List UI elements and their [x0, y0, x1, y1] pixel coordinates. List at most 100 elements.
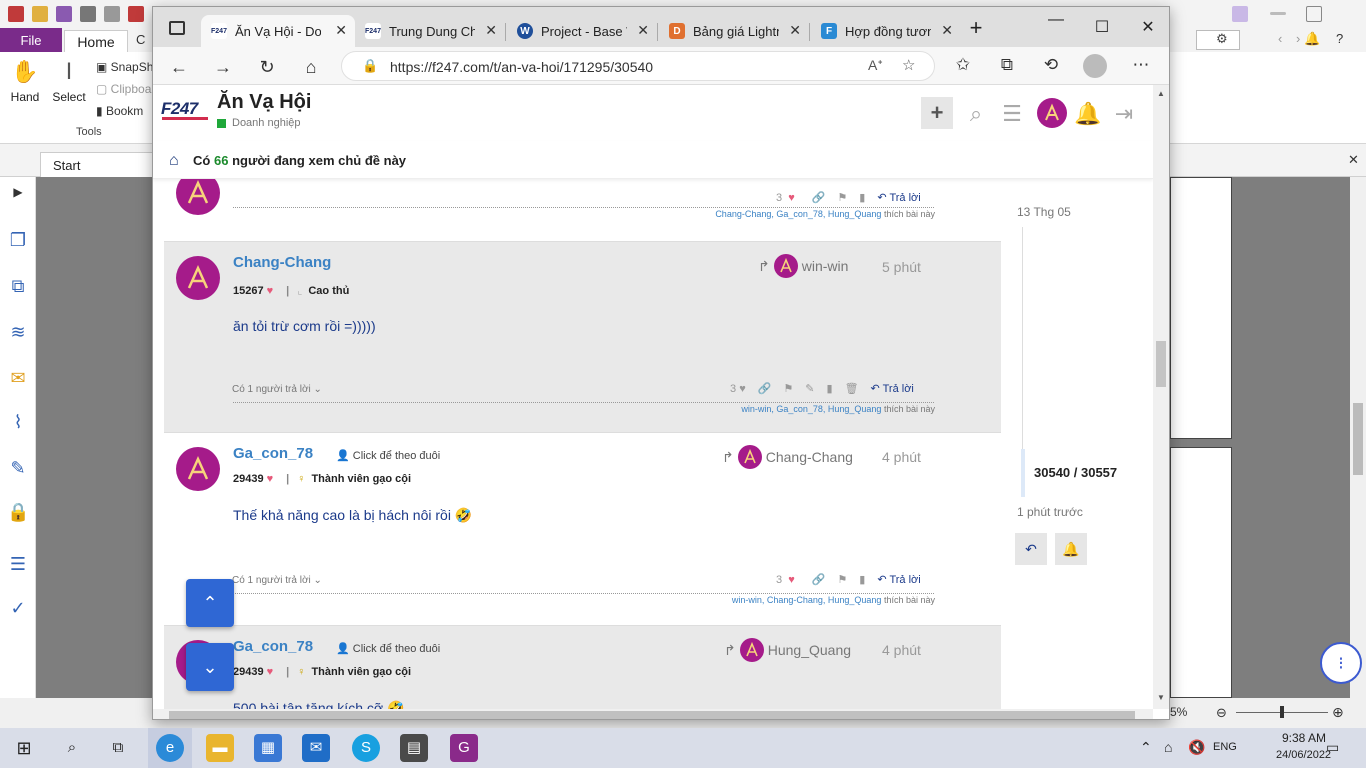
- flag-icon[interactable]: ⚑: [837, 191, 847, 204]
- zoom-out-icon[interactable]: ⊖: [1216, 705, 1227, 721]
- store-icon[interactable]: ▦: [254, 734, 282, 762]
- reply-button[interactable]: ↶ Trả lời: [871, 382, 914, 395]
- url-field[interactable]: 🔒 https://f247.com/t/an-va-hoi/171295/30…: [341, 51, 935, 81]
- follow-button[interactable]: 👤 Click để theo đuôi: [336, 642, 440, 655]
- close-window-icon[interactable]: ✕: [1133, 17, 1163, 37]
- task-view-icon[interactable]: ⧉: [104, 734, 132, 762]
- pdf-editor-icon[interactable]: G: [450, 734, 478, 762]
- reply-button[interactable]: ↶ Trả lời: [877, 191, 920, 204]
- reply-to-user[interactable]: ↱ win-win: [758, 254, 848, 278]
- lock-icon[interactable]: 🔒: [362, 58, 378, 74]
- start-tab[interactable]: Start: [40, 152, 160, 177]
- post-time[interactable]: 5 phút: [882, 259, 921, 275]
- help-icon[interactable]: ?: [1336, 31, 1343, 46]
- layers-icon[interactable]: ≋: [7, 321, 29, 343]
- delete-icon[interactable]: 🗑: [845, 382, 859, 395]
- browser-tab[interactable]: W Project - Base W ✕: [507, 15, 657, 47]
- home-icon[interactable]: ⌂: [299, 55, 323, 79]
- print-icon[interactable]: [80, 6, 96, 22]
- properties-icon[interactable]: [104, 6, 120, 22]
- poster-avatar[interactable]: [176, 179, 220, 215]
- tab-close-icon[interactable]: ✕: [941, 22, 953, 39]
- notification-icon[interactable]: 🔔: [1304, 31, 1320, 47]
- scroll-down-arrow-icon[interactable]: ▼: [1157, 693, 1165, 702]
- search-icon[interactable]: ⌕: [58, 734, 86, 762]
- open-folder-icon[interactable]: [32, 6, 48, 22]
- link-icon[interactable]: 🔗: [812, 191, 826, 204]
- page-horizontal-scrollbar[interactable]: [153, 709, 1153, 719]
- tab-actions-icon[interactable]: [169, 21, 185, 35]
- scroll-up-button[interactable]: ⌃: [186, 579, 234, 627]
- post-time[interactable]: 4 phút: [882, 449, 921, 465]
- undo-icon[interactable]: [128, 6, 144, 22]
- mail-icon[interactable]: ✉: [302, 734, 330, 762]
- back-icon[interactable]: ←: [167, 55, 191, 79]
- layout-icon[interactable]: [1232, 6, 1248, 22]
- refresh-icon[interactable]: ↻: [255, 55, 279, 79]
- link-icon[interactable]: 🔗: [758, 382, 772, 395]
- pdf-scroll-thumb[interactable]: [1353, 403, 1363, 475]
- more-options-icon[interactable]: ⋯: [1129, 55, 1153, 75]
- home-tab[interactable]: Home: [64, 30, 128, 52]
- post-time[interactable]: 4 phút: [882, 642, 921, 658]
- user-avatar[interactable]: [1037, 98, 1067, 128]
- browser-tab[interactable]: F Hợp đồng tương ✕: [811, 15, 961, 47]
- page-vertical-scrollbar[interactable]: ▲ ▼: [1153, 85, 1169, 709]
- reply-button[interactable]: ↶ Trả lời: [877, 573, 920, 586]
- restore-icon[interactable]: [1306, 6, 1322, 22]
- timeline-handle[interactable]: [1021, 449, 1025, 497]
- post-username[interactable]: Ga_con_78: [233, 638, 313, 655]
- snapshot-button[interactable]: ▣ SnapSh: [96, 60, 153, 74]
- scroll-down-button[interactable]: ⌄: [186, 643, 234, 691]
- link-icon[interactable]: 🔗: [812, 573, 826, 586]
- tab-close-icon[interactable]: ✕: [485, 22, 497, 39]
- save-icon[interactable]: [56, 6, 72, 22]
- browser-tab[interactable]: F247 Trung Dung Chi ✕: [355, 15, 505, 47]
- flag-icon[interactable]: ⚑: [783, 382, 793, 395]
- profile-icon[interactable]: [1083, 54, 1107, 78]
- page-scroll-thumb[interactable]: [1156, 341, 1166, 387]
- chevron-up-icon[interactable]: ⌃: [1140, 739, 1152, 756]
- favorites-icon[interactable]: ✩: [951, 55, 975, 75]
- clock-date[interactable]: 24/06/2022: [1276, 749, 1331, 761]
- topic-title[interactable]: Ăn Vạ Hội: [217, 91, 311, 114]
- expand-arrow-icon[interactable]: ▶: [7, 181, 29, 203]
- lock-icon[interactable]: 🔒: [7, 501, 29, 523]
- category-badge[interactable]: Doanh nghiệp: [217, 117, 301, 129]
- new-tab-icon[interactable]: +: [961, 15, 991, 41]
- zoom-slider-thumb[interactable]: [1280, 706, 1284, 718]
- form-icon[interactable]: ☰: [7, 553, 29, 575]
- poster-avatar[interactable]: [176, 447, 220, 491]
- history-icon[interactable]: ⟲: [1039, 55, 1063, 75]
- maximize-icon[interactable]: ☐: [1087, 17, 1117, 37]
- liked-by-names[interactable]: win-win, Chang-Chang, Hung_Quang: [732, 595, 882, 605]
- liked-by-names[interactable]: win-win, Ga_con_78, Hung_Quang: [741, 404, 881, 414]
- comment-tab[interactable]: C: [136, 32, 145, 47]
- like-button[interactable]: 3 ♥: [776, 574, 800, 586]
- logout-icon[interactable]: ⇥: [1109, 99, 1139, 129]
- tab-close-icon[interactable]: ✕: [789, 22, 801, 39]
- windows-start-icon[interactable]: ⊞: [10, 734, 38, 762]
- timeline-start-date[interactable]: 13 Thg 05: [1017, 205, 1071, 219]
- page-icon[interactable]: ❐: [7, 229, 29, 251]
- notification-bell-icon[interactable]: 🔔: [1073, 99, 1103, 129]
- calculator-icon[interactable]: ▤: [400, 734, 428, 762]
- chat-bubble-icon[interactable]: ⁝: [1320, 642, 1362, 684]
- gear-icon[interactable]: ⚙: [1216, 31, 1228, 47]
- reply-topic-button[interactable]: ↶: [1015, 533, 1047, 565]
- replies-toggle[interactable]: Có 1 người trả lời ⌄: [232, 575, 322, 586]
- bookmark-button[interactable]: ▮ Bookm: [96, 104, 143, 118]
- new-post-button[interactable]: +: [921, 97, 953, 129]
- bookmark-icon[interactable]: ▮: [827, 382, 833, 395]
- add-favorite-icon[interactable]: ☆: [902, 56, 915, 74]
- browser-tab-active[interactable]: F247 Ăn Vạ Hội - Doa ✕: [201, 15, 355, 47]
- bookmark-icon[interactable]: ▮: [859, 573, 865, 586]
- horizontal-scroll-thumb[interactable]: [169, 711, 1135, 719]
- clipboard-button[interactable]: ▢ Clipboa: [96, 82, 151, 96]
- network-icon[interactable]: ⌂: [1164, 739, 1172, 755]
- hand-tool-button[interactable]: ✋ Hand: [8, 58, 42, 104]
- minimize-icon[interactable]: [1270, 12, 1286, 15]
- flag-icon[interactable]: ⚑: [837, 573, 847, 586]
- skype-icon[interactable]: S: [352, 734, 380, 762]
- like-button[interactable]: 3 ♥: [776, 192, 800, 204]
